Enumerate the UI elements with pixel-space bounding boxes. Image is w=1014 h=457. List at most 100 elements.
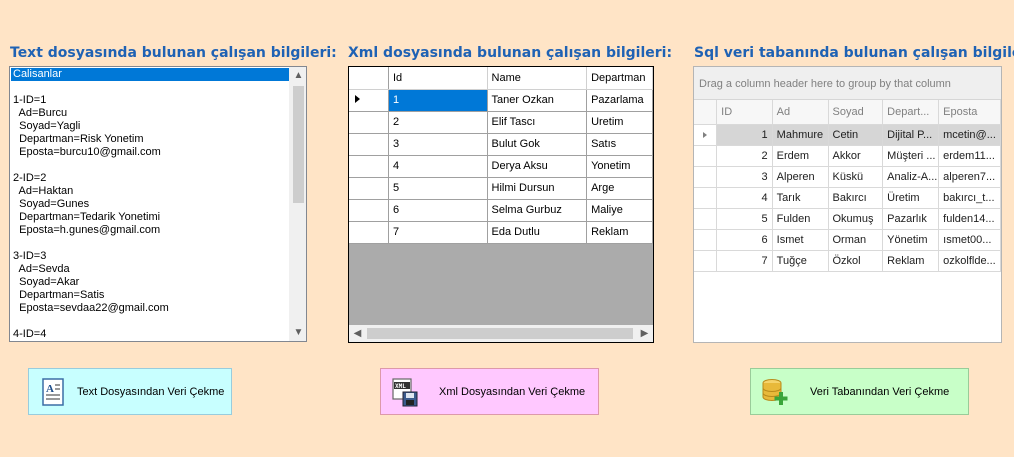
row-indicator[interactable] (694, 145, 718, 167)
table-cell[interactable]: Özkol (828, 250, 884, 272)
table-cell[interactable]: 3 (388, 133, 488, 156)
list-item[interactable]: Departman=Satis (11, 289, 289, 302)
table-cell[interactable]: Reklam (586, 221, 653, 244)
column-header[interactable]: Departman (586, 67, 653, 90)
row-indicator[interactable] (694, 208, 718, 230)
row-header[interactable] (349, 133, 389, 156)
text-employee-listbox[interactable]: Calisanlar 1-ID=1 Ad=Burcu Soyad=Yagli De… (9, 66, 307, 342)
table-row[interactable]: 4 Derya Aksu Yonetim (349, 155, 653, 178)
table-cell[interactable]: 4 (388, 155, 488, 178)
table-cell[interactable]: Derya Aksu (487, 155, 588, 178)
table-row[interactable]: 6 Selma Gurbuz Maliye (349, 199, 653, 222)
list-item[interactable]: Ad=Haktan (11, 185, 289, 198)
table-cell[interactable]: 1 (388, 89, 488, 112)
table-row[interactable]: 5 Fulden Okumuş Pazarlık fulden14... (694, 208, 1001, 230)
table-cell[interactable]: Müşteri ... (882, 145, 940, 167)
table-row[interactable]: 5 Hilmi Dursun Arge (349, 177, 653, 200)
list-item[interactable]: Soyad=Gunes (11, 198, 289, 211)
table-cell[interactable]: Taner Ozkan (487, 89, 588, 112)
column-header[interactable]: Id (388, 67, 488, 90)
table-cell[interactable]: bakırcı_t... (938, 187, 1001, 209)
row-header[interactable] (349, 111, 389, 134)
table-cell[interactable]: 2 (388, 111, 488, 134)
scroll-up-arrow-icon[interactable]: ▲ (290, 67, 306, 84)
table-cell[interactable]: Alperen (772, 166, 829, 188)
row-header[interactable] (349, 89, 389, 112)
table-cell[interactable]: Okumuş (828, 208, 884, 230)
scroll-right-arrow-icon[interactable]: ▶ (636, 325, 653, 342)
table-row[interactable]: 6 Ismet Orman Yönetim ısmet00... (694, 229, 1001, 251)
table-row[interactable]: 7 Tuğçe Özkol Reklam ozkolflde... (694, 250, 1001, 272)
group-panel[interactable]: Drag a column header here to group by th… (694, 67, 1001, 100)
table-cell[interactable]: Bulut Gok (487, 133, 588, 156)
row-indicator[interactable] (694, 166, 718, 188)
list-item[interactable]: Departman=Risk Yonetim (11, 133, 289, 146)
row-header[interactable] (349, 177, 389, 200)
row-indicator[interactable] (694, 250, 718, 272)
list-item[interactable]: Eposta=sevdaa22@gmail.com (11, 302, 289, 315)
table-cell[interactable]: Uretim (586, 111, 653, 134)
table-cell[interactable]: Tarık (772, 187, 829, 209)
list-item[interactable]: 4-ID=4 (11, 328, 289, 341)
list-item[interactable]: Soyad=Yagli (11, 120, 289, 133)
list-item[interactable]: 1-ID=1 (11, 94, 289, 107)
table-cell[interactable]: Hilmi Dursun (487, 177, 588, 200)
column-header[interactable]: Soyad (828, 100, 884, 125)
list-item[interactable]: Ad=Burcu (11, 107, 289, 120)
table-cell[interactable]: ısmet00... (938, 229, 1001, 251)
table-cell[interactable]: erdem11... (938, 145, 1001, 167)
table-cell[interactable]: 2 (716, 145, 773, 167)
row-indicator[interactable] (694, 124, 718, 146)
load-from-xml-button[interactable]: XML Xml Dosyasından Veri Çekme (380, 368, 599, 415)
table-row[interactable]: 2 Erdem Akkor Müşteri ... erdem11... (694, 145, 1001, 167)
table-cell[interactable]: 3 (716, 166, 773, 188)
table-cell[interactable]: Küskü (828, 166, 884, 188)
table-cell[interactable]: 6 (388, 199, 488, 222)
table-cell[interactable]: Orman (828, 229, 884, 251)
list-item[interactable]: Departman=Tedarik Yonetimi (11, 211, 289, 224)
table-cell[interactable]: 5 (388, 177, 488, 200)
table-row[interactable]: 1 Mahmure Cetin Dijital P... mcetin@... (694, 124, 1001, 146)
table-cell[interactable]: Akkor (828, 145, 884, 167)
table-cell[interactable]: Cetin (828, 124, 884, 146)
list-item[interactable]: 3-ID=3 (11, 250, 289, 263)
table-cell[interactable]: Yonetim (586, 155, 653, 178)
list-item[interactable]: 2-ID=2 (11, 172, 289, 185)
table-cell[interactable]: 4 (716, 187, 773, 209)
load-from-database-button[interactable]: Veri Tabanından Veri Çekme (750, 368, 969, 415)
table-cell[interactable]: 7 (388, 221, 488, 244)
table-cell[interactable]: Yönetim (882, 229, 940, 251)
list-item[interactable] (11, 81, 289, 94)
table-cell[interactable]: Eda Dutlu (487, 221, 588, 244)
table-cell[interactable]: 6 (716, 229, 773, 251)
row-indicator[interactable] (694, 187, 718, 209)
table-cell[interactable]: Reklam (882, 250, 940, 272)
table-cell[interactable]: 1 (716, 124, 773, 146)
table-cell[interactable]: Pazarlama (586, 89, 653, 112)
scrollbar-thumb[interactable] (367, 328, 633, 339)
table-cell[interactable]: Ismet (772, 229, 829, 251)
column-header[interactable]: Depart... (882, 100, 940, 125)
table-cell[interactable]: Analiz-A... (882, 166, 940, 188)
table-cell[interactable]: Maliye (586, 199, 653, 222)
grid-horizontal-scrollbar[interactable]: ◀ ▶ (349, 325, 653, 342)
table-cell[interactable]: 5 (716, 208, 773, 230)
xml-data-grid[interactable]: Id Name Departman 1 Taner Ozkan Pazarlama 2… (348, 66, 654, 343)
column-header[interactable]: ID (716, 100, 773, 125)
list-item[interactable] (11, 315, 289, 328)
list-item[interactable]: Calisanlar (11, 68, 289, 81)
table-row[interactable]: 2 Elif Tascı Uretim (349, 111, 653, 134)
table-cell[interactable]: Pazarlık (882, 208, 940, 230)
table-cell[interactable]: Bakırcı (828, 187, 884, 209)
row-indicator[interactable] (694, 229, 718, 251)
table-cell[interactable]: fulden14... (938, 208, 1001, 230)
table-row[interactable]: 3 Bulut Gok Satıs (349, 133, 653, 156)
table-cell[interactable]: Erdem (772, 145, 829, 167)
table-cell[interactable]: Üretim (882, 187, 940, 209)
list-item[interactable]: Eposta=h.gunes@gmail.com (11, 224, 289, 237)
table-cell[interactable]: alperen7... (938, 166, 1001, 188)
scroll-down-arrow-icon[interactable]: ▼ (290, 324, 306, 341)
column-header[interactable]: Eposta (938, 100, 1001, 125)
table-cell[interactable]: 7 (716, 250, 773, 272)
table-row[interactable]: 3 Alperen Küskü Analiz-A... alperen7... (694, 166, 1001, 188)
